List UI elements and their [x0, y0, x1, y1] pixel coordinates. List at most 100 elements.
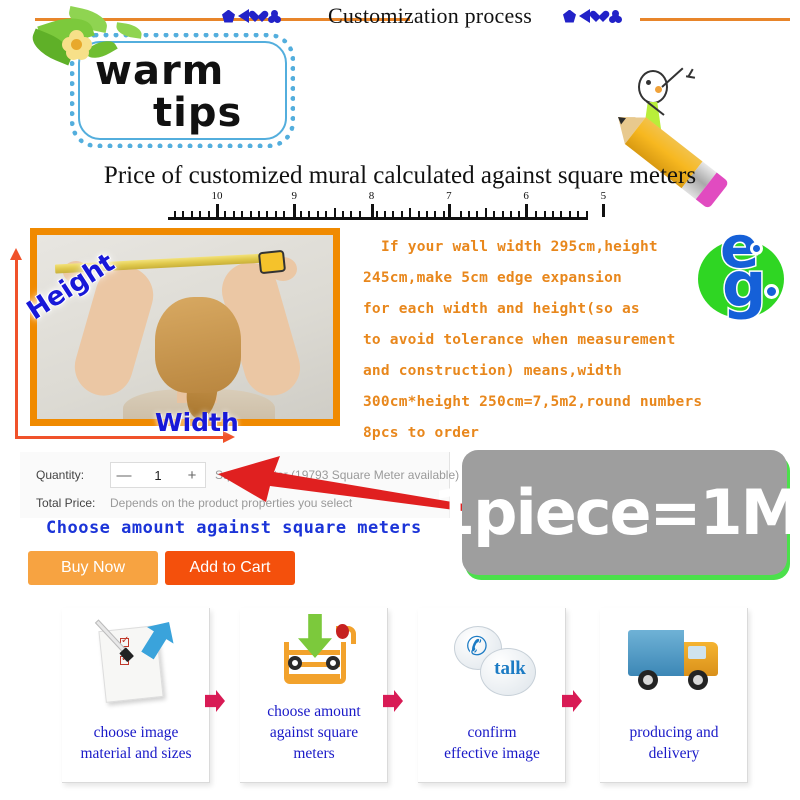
ruler-minor-tick — [417, 211, 420, 217]
ruler-minor-tick — [484, 208, 487, 217]
process-step-2-caption: choose amount against square meters — [267, 703, 361, 762]
ruler-minor-tick — [241, 211, 244, 217]
ruler-minor-tick — [325, 211, 328, 217]
ruler-minor-tick — [358, 211, 361, 217]
ruler-minor-tick — [434, 211, 437, 217]
one-piece-equals-one-square-meter-box: 1piece=1M2 — [432, 450, 800, 575]
example-paragraph-line-4: to avoid tolerance when measurement — [363, 332, 676, 348]
ruler-minor-tick — [459, 211, 462, 217]
ruler-minor-tick — [174, 211, 176, 217]
ruler-major-tick — [525, 204, 529, 217]
ruler-minor-tick — [476, 211, 479, 217]
ruler-minor-tick — [300, 211, 302, 217]
leaf-flower-decoration-icon — [27, 6, 143, 88]
process-step-1-caption: choose image material and sizes — [80, 724, 192, 762]
ruler-major-tick — [447, 204, 451, 217]
delivery-truck-icon — [600, 612, 748, 710]
header-decoration-left — [222, 9, 281, 23]
piece-box-text: 1piece=1M2 — [432, 450, 800, 575]
ruler-minor-tick — [510, 211, 512, 217]
process-step-4[interactable]: producing and delivery — [600, 608, 748, 783]
ruler-minor-tick — [400, 211, 403, 217]
flower-icon — [268, 9, 281, 23]
add-to-cart-button[interactable]: Add to Cart — [165, 551, 295, 585]
ruler-graphic: 10 9 8 7 6 5 — [168, 190, 606, 220]
pentagon-icon — [222, 9, 235, 23]
heart-icon — [593, 10, 606, 23]
quantity-label: Quantity: — [36, 468, 85, 482]
total-price-label: Total Price: — [36, 496, 96, 510]
ruler-major-tick — [216, 204, 219, 217]
quantity-decrease-button[interactable]: — — [111, 463, 137, 487]
process-step-1[interactable]: choose image material and sizes — [62, 608, 210, 783]
header-rule-right — [640, 18, 790, 21]
subtitle: Price of customized mural calculated aga… — [103, 162, 697, 189]
ruler-minor-tick — [266, 211, 269, 217]
ruler-label: 5 — [600, 190, 607, 202]
quantity-unit-availability: Square Meter (19793 Square Meter availab… — [215, 468, 460, 482]
ruler-minor-tick — [409, 208, 412, 217]
example-paragraph-line-7: 8pcs to order — [363, 425, 480, 441]
quantity-value[interactable]: 1 — [137, 468, 179, 483]
ruler-minor-tick — [232, 211, 235, 217]
ruler-minor-tick — [224, 211, 227, 217]
quantity-increase-button[interactable]: + — [179, 463, 205, 487]
buy-now-button[interactable]: Buy Now — [28, 551, 158, 585]
ruler-minor-tick — [182, 211, 185, 217]
choose-amount-note: Choose amount against square meters — [46, 518, 422, 538]
page-title: Customization process — [327, 3, 532, 28]
quantity-stepper[interactable]: — 1 + — [110, 462, 206, 488]
width-label: Width — [155, 408, 239, 437]
eg-logo-icon: e g — [692, 217, 792, 321]
ruler-minor-tick — [535, 211, 538, 217]
talk-bubble-icon: ✆ talk — [418, 612, 566, 710]
ruler-minor-tick — [283, 211, 286, 217]
ruler-label: 8 — [368, 190, 375, 202]
talk-bubble-label: talk — [494, 658, 526, 679]
wall-measurement-photo — [30, 228, 340, 426]
header-decoration-right — [563, 9, 622, 23]
process-step-3[interactable]: ✆ talk confirm effective image — [418, 608, 566, 783]
ruler-minor-tick — [468, 211, 470, 217]
ruler-minor-tick — [493, 211, 496, 217]
ruler-major-tick — [370, 204, 374, 217]
eg-logo-letter-g: g — [720, 248, 767, 321]
pentagon-icon — [563, 9, 576, 23]
ruler-minor-tick — [316, 211, 319, 217]
customization-process-infographic: Customization process warm tips Price of… — [0, 0, 800, 800]
process-step-2[interactable]: choose amount against square meters — [240, 608, 388, 783]
purchase-panel: Quantity: — 1 + Square Meter (19793 Squa… — [20, 452, 459, 518]
ruler-label: 6 — [523, 190, 529, 202]
ruler-minor-tick — [249, 211, 252, 217]
total-price-row: Total Price: Depends on the product prop… — [36, 496, 352, 510]
process-steps: choose image material and sizes — [0, 600, 800, 795]
triangle-icon — [238, 9, 249, 23]
ruler-minor-tick — [384, 211, 386, 217]
example-paragraph-line-6: 300cm*height 250cm=7,5m2,round numbers — [363, 394, 703, 410]
triangle-icon — [579, 9, 590, 23]
ruler-minor-tick — [518, 211, 521, 217]
ruler-label: 9 — [291, 190, 298, 202]
ruler-minor-tick — [333, 208, 336, 217]
flower-icon — [609, 9, 622, 23]
ruler-major-tick — [293, 204, 297, 217]
ruler-minor-tick — [560, 211, 563, 217]
height-axis-arrow — [10, 248, 22, 438]
ruler-label: 7 — [446, 190, 452, 202]
process-step-4-caption: producing and delivery — [629, 724, 719, 762]
ruler-minor-tick — [392, 211, 395, 217]
ruler-minor-tick — [308, 211, 311, 217]
ruler-minor-tick — [258, 211, 260, 217]
ruler-minor-tick — [577, 211, 580, 217]
ruler-minor-tick — [199, 211, 202, 217]
ruler-minor-tick — [442, 211, 445, 217]
document-check-icon — [62, 612, 210, 710]
ruler-minor-tick — [207, 211, 210, 217]
warm-tips-line2: tips — [153, 90, 243, 136]
ruler-minor-tick — [274, 211, 277, 217]
ruler-minor-tick — [568, 211, 571, 217]
ruler-minor-tick — [190, 211, 193, 217]
ruler-major-tick — [602, 204, 606, 217]
example-paragraph-line-5: and construction) means,width — [363, 363, 622, 379]
ruler-minor-tick — [375, 211, 378, 217]
